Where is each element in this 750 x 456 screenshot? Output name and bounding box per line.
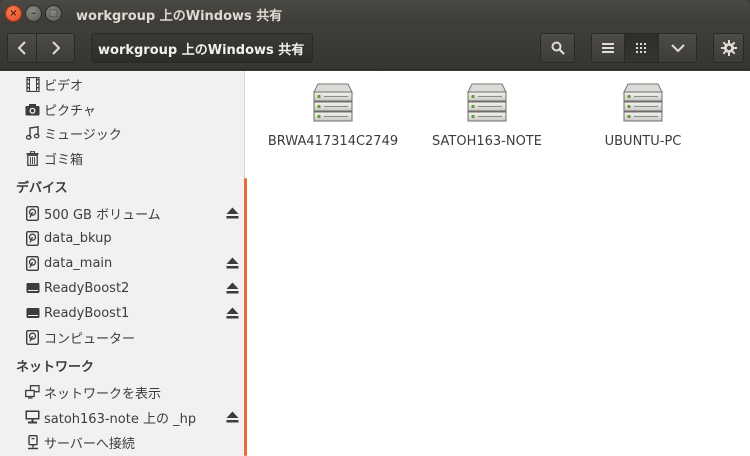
back-button[interactable] — [7, 33, 37, 63]
eject-icon[interactable] — [226, 307, 239, 319]
network-share-icon — [25, 410, 40, 425]
sidebar-header-devices: デバイス — [16, 181, 68, 196]
host-label: UBUNTU-PC — [604, 134, 682, 149]
sidebar-item-label: ゴミ箱 — [44, 152, 84, 168]
eject-icon[interactable] — [226, 282, 239, 294]
file-manager-window: × – □ workgroup 上のWindows 共有 workgroup 上… — [0, 0, 750, 456]
music-icon — [25, 126, 40, 141]
drive-icon — [25, 329, 40, 345]
window-title: workgroup 上のWindows 共有 — [76, 9, 283, 24]
sidebar-item-label: ReadyBoost2 — [44, 280, 130, 296]
content-area: ビデオ ピクチャ ミュージック ゴミ箱 デバイス 500 GB ボリューム da… — [0, 71, 750, 456]
list-view-button[interactable] — [591, 33, 625, 63]
server-icon — [313, 83, 353, 122]
camera-icon — [25, 102, 40, 117]
sidebar-item-connect-server[interactable]: サーバーへ接続 — [0, 430, 244, 454]
grid-icon — [636, 42, 646, 53]
sidebar-item-pictures[interactable]: ピクチャ — [0, 97, 244, 121]
sidebar-item-500gb-volume[interactable]: 500 GB ボリューム — [0, 201, 244, 225]
drive-icon — [25, 205, 40, 221]
eject-icon[interactable] — [226, 257, 239, 269]
usb-drive-icon — [25, 281, 40, 296]
sidebar-item-music[interactable]: ミュージック — [0, 121, 244, 145]
sidebar-item-data-main[interactable]: data_main — [0, 251, 244, 275]
maximize-button[interactable]: □ — [45, 5, 62, 22]
close-button[interactable]: × — [5, 5, 22, 22]
host-label: SATOH163-NOTE — [432, 134, 542, 149]
sidebar-item-data-bkup[interactable]: data_bkup — [0, 226, 244, 250]
chevron-left-icon — [17, 41, 26, 55]
sidebar-item-trash[interactable]: ゴミ箱 — [0, 146, 244, 170]
search-button[interactable] — [540, 33, 575, 63]
sidebar-item-readyboost1[interactable]: ReadyBoost1 — [0, 301, 244, 325]
drive-icon — [25, 255, 40, 271]
grid-view-button[interactable] — [625, 33, 659, 63]
sidebar-header-network: ネットワーク — [16, 360, 95, 375]
sidebar-scrollbar[interactable] — [244, 178, 247, 456]
search-icon — [551, 41, 565, 55]
sidebar-item-label: ピクチャ — [44, 103, 96, 119]
sidebar-item-label: ReadyBoost1 — [44, 305, 130, 321]
sidebar-item-label: data_main — [44, 255, 113, 271]
sidebar-item-videos[interactable]: ビデオ — [0, 72, 244, 96]
server-icon — [623, 83, 663, 122]
icon-view: BRWA417314C2749 SATOH163-NOTE UBUNTU-PC — [248, 71, 750, 456]
chevron-right-icon — [51, 41, 60, 55]
drive-icon — [25, 230, 40, 246]
view-options-button[interactable] — [659, 33, 697, 63]
host-brwa417314c2749[interactable]: BRWA417314C2749 — [258, 81, 408, 151]
server-icon — [467, 83, 507, 122]
trash-icon — [25, 150, 40, 166]
sidebar-item-readyboost2[interactable]: ReadyBoost2 — [0, 276, 244, 300]
sidebar-item-computer[interactable]: コンピューター — [0, 325, 244, 349]
chevron-down-icon — [670, 44, 685, 53]
toolbar: workgroup 上のWindows 共有 — [0, 26, 750, 70]
gear-icon — [720, 40, 737, 56]
sidebar-item-satoh163-note-hp[interactable]: satoh163-note 上の _hp — [0, 405, 244, 429]
settings-button[interactable] — [713, 33, 744, 63]
usb-drive-icon — [25, 306, 40, 321]
forward-button[interactable] — [37, 33, 75, 63]
title-bar[interactable]: × – □ workgroup 上のWindows 共有 — [0, 0, 750, 26]
close-icon: × — [9, 7, 18, 19]
sidebar-item-label: ミュージック — [44, 127, 122, 143]
host-satoh163-note[interactable]: SATOH163-NOTE — [412, 81, 562, 151]
sidebar-item-label: satoh163-note 上の _hp — [44, 411, 197, 427]
host-label: BRWA417314C2749 — [267, 134, 399, 149]
sidebar-item-label: data_bkup — [44, 230, 112, 246]
sidebar-item-browse-network[interactable]: ネットワークを表示 — [0, 380, 244, 404]
sidebar: ビデオ ピクチャ ミュージック ゴミ箱 デバイス 500 GB ボリューム da… — [0, 71, 245, 456]
sidebar-item-label: 500 GB ボリューム — [44, 207, 161, 223]
maximize-icon: □ — [48, 7, 59, 19]
eject-icon[interactable] — [226, 207, 239, 219]
network-icon — [25, 385, 40, 400]
server-connect-icon — [25, 434, 40, 450]
sidebar-item-label: ビデオ — [44, 78, 84, 94]
host-ubuntu-pc[interactable]: UBUNTU-PC — [568, 81, 718, 151]
minimize-icon: – — [31, 7, 36, 19]
eject-icon[interactable] — [226, 411, 239, 423]
sidebar-item-label: ネットワークを表示 — [44, 386, 162, 402]
path-bar-button[interactable]: workgroup 上のWindows 共有 — [91, 33, 313, 63]
sidebar-item-label: コンピューター — [44, 331, 136, 347]
minimize-button[interactable]: – — [25, 5, 42, 22]
list-icon — [602, 43, 614, 53]
sidebar-item-label: サーバーへ接続 — [44, 436, 135, 452]
video-icon — [25, 76, 40, 92]
